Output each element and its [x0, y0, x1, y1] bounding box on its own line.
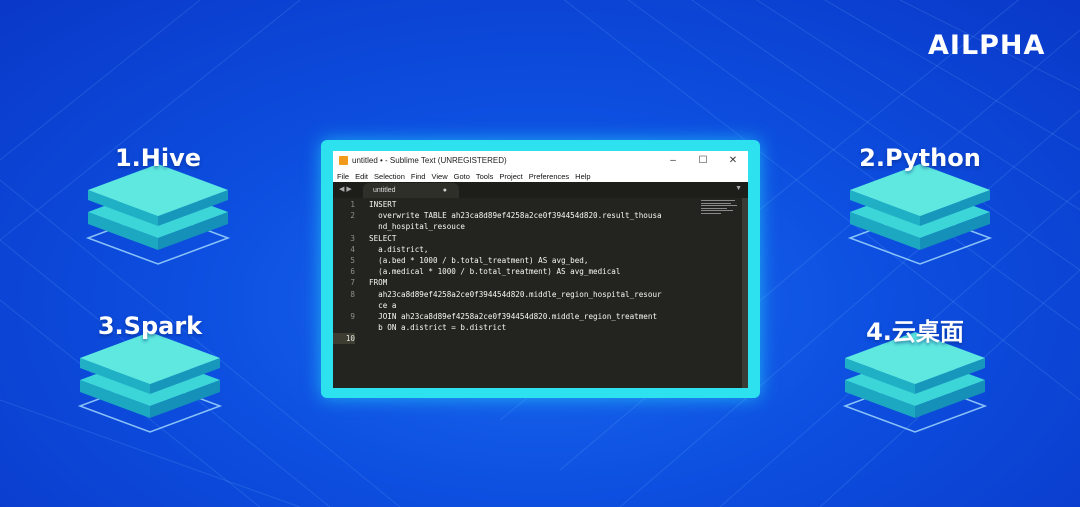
code-line: 6 (a.medical * 1000 / b.total_treatment)… [333, 266, 703, 277]
line-text: FROM [369, 278, 388, 288]
line-number [333, 221, 355, 232]
line-text: ce a [369, 300, 397, 310]
code-line: 1 INSERT [333, 199, 703, 210]
line-number: 3 [350, 233, 355, 243]
scrollbar[interactable] [742, 198, 748, 388]
minimap[interactable] [701, 200, 741, 214]
tab-nav-arrows-icon[interactable]: ◀ ▶ [339, 185, 352, 193]
sublime-window: untitled • - Sublime Text (UNREGISTERED)… [333, 151, 748, 388]
editor: ◀ ▶ untitled ● ▼ 1 INSERT 2 overwrite TABL… [333, 182, 748, 388]
menu-item-edit[interactable]: Edit [355, 172, 368, 181]
code-line: 7 FROM [333, 277, 703, 288]
line-number: 1 [350, 200, 355, 209]
code-line: 4 a.district, [333, 244, 703, 255]
code-line: 5 (a.bed * 1000 / b.total_treatment) AS … [333, 255, 703, 266]
close-button[interactable]: ✕ [718, 155, 748, 166]
line-number: 6 [350, 267, 355, 277]
code-line: 3 SELECT [333, 233, 703, 244]
tab-dropdown-icon[interactable]: ▼ [735, 185, 742, 192]
tech-label: 4.云桌面 [866, 318, 964, 346]
menu-item-goto[interactable]: Goto [454, 172, 470, 181]
line-text: (a.medical * 1000 / b.total_treatment) A… [369, 267, 621, 277]
code-line: 8 ah23ca8d89ef4258a2ce0f394454d820.middl… [333, 289, 703, 300]
maximize-button[interactable]: ☐ [688, 155, 718, 166]
menu-item-tools[interactable]: Tools [476, 172, 494, 181]
line-text [355, 333, 369, 344]
tech-card-desktop: 4.云桌面 [835, 318, 995, 438]
window-controls: – ☐ ✕ [658, 155, 748, 166]
line-number: 9 [350, 311, 355, 321]
menu-item-help[interactable]: Help [575, 172, 590, 181]
sublime-icon [339, 156, 348, 165]
line-text: nd_hospital_resouce [369, 222, 466, 232]
line-number [333, 322, 355, 333]
line-number: 2 [350, 211, 355, 221]
line-text: ah23ca8d89ef4258a2ce0f394454d820.middle_… [369, 289, 662, 299]
code-line: 10 [333, 333, 703, 345]
screenshot-frame: untitled • - Sublime Text (UNREGISTERED)… [321, 140, 760, 398]
line-text: (a.bed * 1000 / b.total_treatment) AS av… [369, 255, 589, 265]
line-number: 5 [350, 255, 355, 265]
code-line: 2 overwrite TABLE ah23ca8d89ef4258a2ce0f… [333, 210, 703, 221]
line-number: 7 [350, 278, 355, 288]
title-bar: untitled • - Sublime Text (UNREGISTERED)… [333, 151, 748, 170]
unsaved-dot-icon[interactable]: ● [443, 183, 447, 198]
line-text: overwrite TABLE ah23ca8d89ef4258a2ce0f39… [369, 211, 662, 221]
menu-item-project[interactable]: Project [499, 172, 522, 181]
tech-card-python: 2.Python [840, 144, 1000, 270]
brand-logo: AILPHA [928, 30, 1046, 61]
tab-untitled[interactable]: untitled ● [363, 183, 459, 198]
menu-item-preferences[interactable]: Preferences [529, 172, 569, 181]
code-line: b ON a.district = b.district [333, 322, 703, 333]
line-text: JOIN ah23ca8d89ef4258a2ce0f394454d820.mi… [369, 311, 658, 321]
menu-item-file[interactable]: File [337, 172, 349, 181]
code-area[interactable]: 1 INSERT 2 overwrite TABLE ah23ca8d89ef425… [333, 199, 703, 345]
tech-card-hive: 1.Hive [78, 144, 238, 270]
tab-bar: ◀ ▶ untitled ● ▼ [333, 182, 748, 198]
line-number: 4 [350, 244, 355, 254]
tech-card-spark: 3.Spark [70, 312, 230, 438]
line-text: a.district, [369, 244, 429, 254]
tab-label: untitled [373, 187, 396, 194]
line-text: SELECT [369, 233, 397, 243]
code-line: ce a [333, 300, 703, 311]
menu-item-view[interactable]: View [431, 172, 447, 181]
line-number: 10 [333, 333, 355, 345]
tech-label: 2.Python [859, 144, 981, 172]
line-number: 8 [350, 289, 355, 299]
menu-item-selection[interactable]: Selection [374, 172, 405, 181]
line-text: b ON a.district = b.district [369, 323, 507, 333]
minimize-button[interactable]: – [658, 155, 688, 166]
tech-label: 3.Spark [97, 312, 203, 340]
line-text: INSERT [369, 200, 397, 209]
line-number [333, 300, 355, 311]
window-title: untitled • - Sublime Text (UNREGISTERED) [352, 156, 507, 165]
menu-item-find[interactable]: Find [411, 172, 426, 181]
menu-bar: File Edit Selection Find View Goto Tools Projec… [333, 170, 748, 182]
code-line: nd_hospital_resouce [333, 221, 703, 232]
tech-label: 1.Hive [114, 144, 202, 172]
code-line: 9 JOIN ah23ca8d89ef4258a2ce0f394454d820.… [333, 311, 703, 322]
